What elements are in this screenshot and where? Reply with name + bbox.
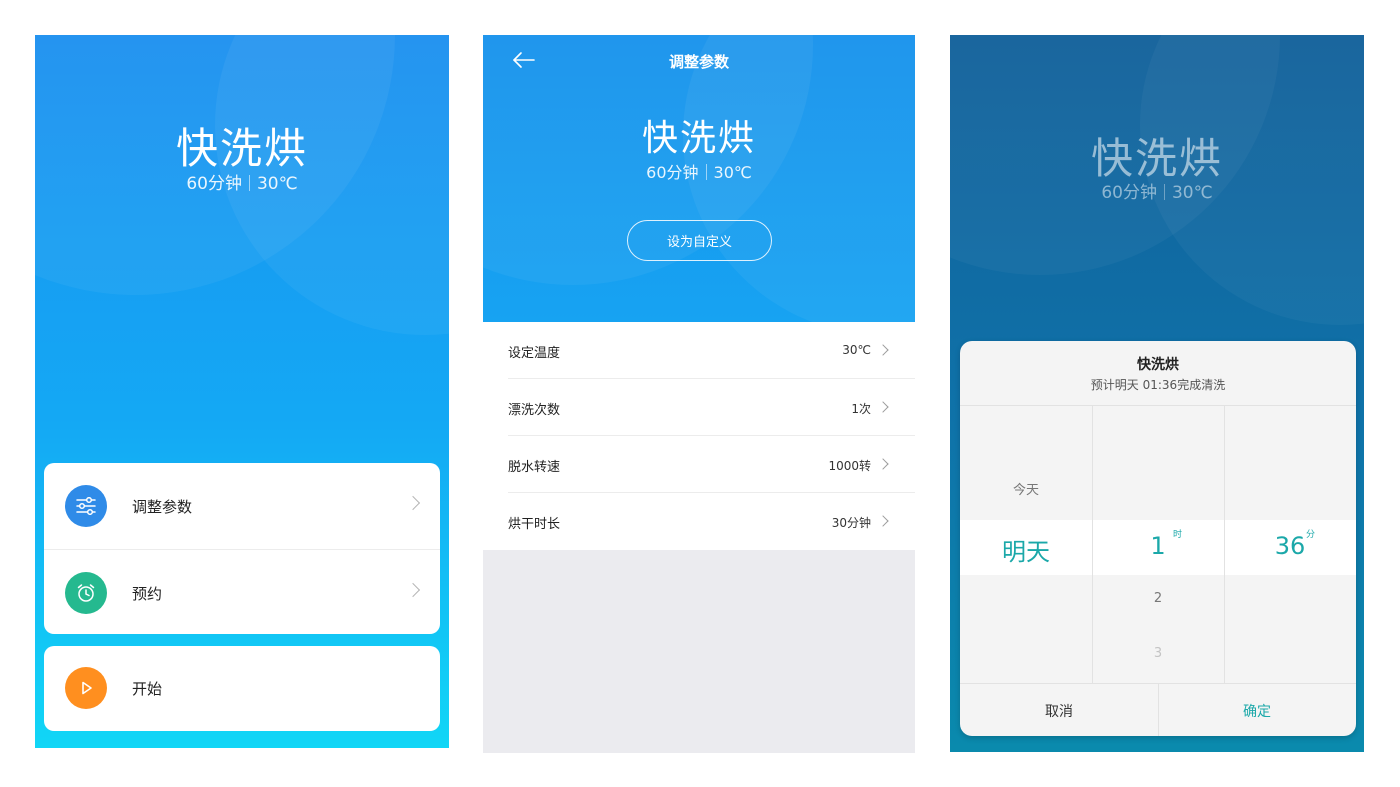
program-temperature: 30℃ [1171,183,1213,203]
divider [705,164,707,180]
start-button[interactable]: 开始 [44,646,440,731]
setting-row-spin[interactable]: 脱水转速 1000转 [483,436,915,493]
minute-unit: 分 [1306,530,1316,540]
cancel-button[interactable]: 取消 [960,684,1158,736]
program-title: 快洗烘 [1090,134,1223,183]
chevron-right-icon [405,582,421,598]
dialog-subtitle: 预计明天 01:36完成清洗 [1090,378,1226,392]
divider [1163,184,1165,200]
program-temperature: 30℃ [713,163,752,182]
setting-value: 1000转 [828,459,871,473]
start-label: 开始 [132,680,163,698]
setting-row-rinse[interactable]: 漂洗次数 1次 [483,379,915,436]
setting-label: 烘干时长 [508,517,561,532]
adjust-params-label: 调整参数 [132,498,193,516]
schedule-label: 预约 [132,585,163,603]
set-custom-button[interactable]: 设为自定义 [627,220,772,261]
setting-label: 漂洗次数 [508,403,561,418]
adjust-header: 调整参数 快洗烘 60分钟 30℃ 设为自定义 [483,35,915,322]
hour-option[interactable]: 2 [1092,591,1224,606]
minute-selected[interactable]: 36 [1224,532,1356,560]
time-picker[interactable]: 今天 明天 1 时 2 3 36 分 [960,406,1356,683]
adjust-params-screen: 调整参数 快洗烘 60分钟 30℃ 设为自定义 设定温度 30℃ 漂洗次数 1次 … [483,35,915,753]
hour-selected[interactable]: 1 [1092,532,1224,560]
dialog-title: 快洗烘 [1137,357,1179,373]
schedule-dialog: 快洗烘 预计明天 01:36完成清洗 今天 明天 1 时 2 3 36 分 取消… [960,341,1356,736]
setting-row-temperature[interactable]: 设定温度 30℃ [483,322,915,379]
day-option[interactable]: 今天 [960,479,1092,498]
schedule-screen: 快洗烘 60分钟 30℃ 快洗烘 预计明天 01:36完成清洗 今天 明天 1 时… [950,35,1364,752]
menu-card: 调整参数 预约 [44,463,440,634]
chevron-right-icon [877,401,889,413]
setting-row-dry[interactable]: 烘干时长 30分钟 [483,493,915,550]
setting-value: 30℃ [842,343,871,357]
setting-value: 30分钟 [831,516,871,530]
home-screen: 快洗烘 60分钟 30℃ 调整参数 预约 开始 [35,35,449,748]
program-summary: 60分钟 30℃ [35,169,449,194]
day-selected[interactable]: 明天 [960,532,1092,567]
program-title: 快洗烘 [175,124,308,173]
schedule-item[interactable]: 预约 [44,549,440,635]
divider [248,175,250,191]
setting-value: 1次 [851,402,871,416]
nav-title: 调整参数 [668,53,729,71]
play-icon [65,667,107,709]
start-card[interactable]: 开始 [44,646,440,731]
confirm-button[interactable]: 确定 [1158,684,1356,736]
settings-list: 设定温度 30℃ 漂洗次数 1次 脱水转速 1000转 烘干时长 30分钟 [483,322,915,550]
program-title: 快洗烘 [641,118,756,159]
chevron-right-icon [405,495,421,511]
sliders-icon [65,485,107,527]
chevron-right-icon [877,515,889,527]
chevron-right-icon [877,458,889,470]
program-duration: 60分钟 [186,174,242,194]
adjust-params-item[interactable]: 调整参数 [44,463,440,549]
setting-label: 设定温度 [508,346,561,361]
program-summary: 60分钟 30℃ [483,159,915,183]
hour-unit: 时 [1173,530,1183,540]
dialog-footer: 取消 确定 [960,683,1356,736]
program-summary: 60分钟 30℃ [950,178,1364,203]
program-duration: 60分钟 [1101,183,1157,203]
chevron-right-icon [877,344,889,356]
hour-option[interactable]: 3 [1092,646,1224,661]
program-temperature: 30℃ [256,174,298,194]
setting-label: 脱水转速 [508,460,561,475]
alarm-clock-icon [65,572,107,614]
program-duration: 60分钟 [646,163,699,182]
